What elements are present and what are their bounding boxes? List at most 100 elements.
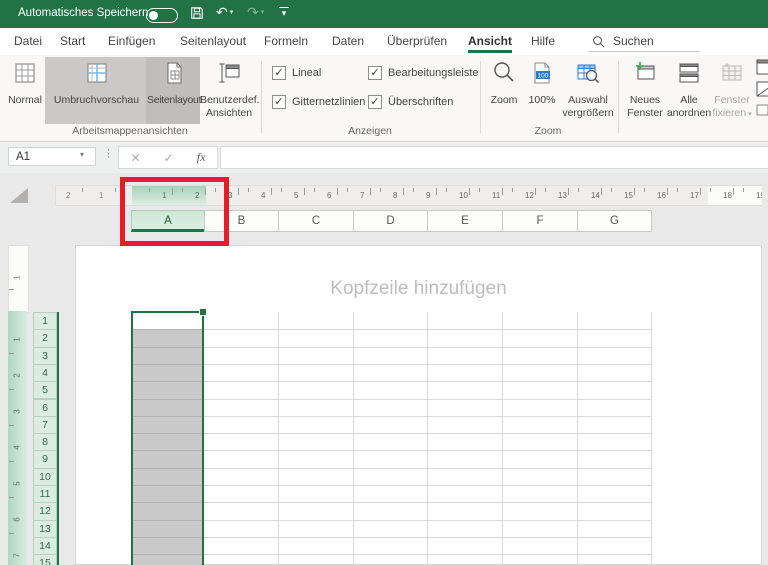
gridline — [131, 537, 651, 538]
group-label-arbeitsmappenansichten: Arbeitsmappenansichten — [40, 125, 220, 137]
gridline — [131, 347, 651, 348]
autosave-toggle[interactable] — [146, 8, 178, 23]
gridline — [131, 502, 651, 503]
checkbox-ueberschriften[interactable]: ✓ Überschriften — [368, 95, 453, 109]
vertical-ruler-number: 7 — [13, 551, 22, 561]
row-header-3[interactable]: 3 — [33, 347, 57, 365]
side-by-side-icon[interactable] — [756, 81, 768, 104]
row-header-13[interactable]: 13 — [33, 520, 57, 538]
row-header-15[interactable]: 15 — [33, 554, 57, 565]
row-header-11[interactable]: 11 — [33, 485, 57, 503]
tab-seitenlayout[interactable]: Seitenlayout — [180, 34, 246, 48]
fill-handle[interactable] — [199, 308, 207, 316]
ruler-tick — [304, 188, 305, 195]
row-header-4[interactable]: 4 — [33, 364, 57, 382]
seitenlayout-label: Seitenlayout — [147, 94, 201, 106]
tab-hilfe[interactable]: Hilfe — [531, 34, 555, 48]
normal-view-button[interactable]: Normal — [4, 58, 46, 107]
customize-toolbar-icon[interactable]: ▾ — [279, 7, 289, 19]
ruler-tick — [347, 188, 348, 192]
vertical-ruler-tick — [9, 497, 14, 498]
tab-start[interactable]: Start — [60, 34, 85, 48]
neues-fenster-icon — [622, 60, 668, 90]
active-tab-underline — [468, 50, 512, 53]
checkbox-lineal[interactable]: ✓ Lineal — [272, 66, 321, 80]
insert-function-icon[interactable]: fx — [197, 150, 206, 165]
row-header-5[interactable]: 5 — [33, 381, 57, 399]
column-header-E[interactable]: E — [427, 210, 503, 232]
tab-ueberpruefen[interactable]: Überprüfen — [387, 34, 447, 48]
gridline — [131, 468, 651, 469]
group-separator — [480, 61, 481, 133]
vertical-ruler-tick — [9, 389, 14, 390]
cancel-icon: ✕ — [131, 151, 141, 165]
row-header-7[interactable]: 7 — [33, 416, 57, 434]
vertical-ruler-tick — [9, 425, 14, 426]
tab-daten[interactable]: Daten — [332, 34, 364, 48]
undo-dropdown-icon[interactable]: ▾ — [230, 9, 234, 16]
bearbeitungsleiste-label: Bearbeitungsleiste — [388, 67, 479, 79]
ruler-number: 12 — [525, 191, 534, 200]
formula-input[interactable] — [220, 146, 768, 169]
vertical-ruler-tick — [9, 533, 14, 534]
zoom-100-button[interactable]: 100 100% — [524, 58, 560, 107]
umbruchvorschau-button[interactable]: Umbruchvorschau — [46, 58, 147, 107]
column-header-C[interactable]: C — [278, 210, 354, 232]
gridline — [131, 450, 651, 451]
ruler-tick — [248, 188, 249, 192]
row-header-9[interactable]: 9 — [33, 450, 57, 468]
neues-fenster-label-1: Neues — [630, 94, 660, 106]
ruler-tick — [446, 188, 447, 192]
sync-scroll-icon[interactable] — [756, 103, 768, 121]
ruler-number: 6 — [327, 191, 331, 200]
ruler-tick — [733, 188, 734, 195]
undo-icon[interactable]: ↶▾ — [216, 5, 233, 20]
ruler-tick — [545, 188, 546, 192]
row-header-6[interactable]: 6 — [33, 399, 57, 417]
select-all-button[interactable] — [10, 188, 28, 208]
benutzerdef-ansichten-button[interactable]: Benutzerdef. Ansichten — [200, 58, 258, 120]
formula-bar-handle[interactable]: ⋮ — [103, 147, 114, 160]
column-header-D[interactable]: D — [353, 210, 428, 232]
auswahl-vergroessern-button[interactable]: Auswahl vergrößern — [560, 58, 616, 120]
fenster-fixieren-button: * Fenster fixieren ▾ — [710, 58, 754, 121]
search-input[interactable]: Suchen — [613, 34, 654, 48]
page-header-placeholder[interactable]: Kopfzeile hinzufügen — [75, 278, 762, 300]
zoom-button[interactable]: Zoom — [486, 58, 522, 107]
checkbox-bearbeitungsleiste[interactable]: ✓ Bearbeitungsleiste — [368, 66, 479, 80]
row-header-8[interactable]: 8 — [33, 433, 57, 451]
vertical-ruler-number: 4 — [13, 443, 22, 453]
ruler-tick — [469, 188, 470, 195]
name-box-dropdown-icon[interactable]: ▾ — [80, 150, 84, 159]
seitenlayout-icon — [147, 60, 200, 90]
alle-anordnen-button[interactable]: Alle anordnen — [666, 58, 712, 120]
ruler-tick — [314, 188, 315, 192]
row-header-14[interactable]: 14 — [33, 537, 57, 555]
tab-ansicht[interactable]: Ansicht — [468, 34, 512, 48]
split-window-icon[interactable] — [756, 59, 768, 82]
save-icon[interactable] — [190, 6, 204, 22]
alle-anordnen-label-2: anordnen — [667, 107, 711, 119]
ruler-number: 15 — [624, 191, 633, 200]
ruler-number: 7 — [360, 191, 364, 200]
tab-datei[interactable]: Datei — [14, 34, 42, 48]
ruler-number: 10 — [459, 191, 468, 200]
column-header-F[interactable]: F — [502, 210, 578, 232]
checkbox-icon: ✓ — [272, 66, 286, 80]
zoom-icon — [486, 60, 522, 90]
row-header-1[interactable]: 1 — [33, 312, 57, 330]
tab-einfuegen[interactable]: Einfügen — [108, 34, 155, 48]
row-header-12[interactable]: 12 — [33, 502, 57, 520]
row-header-10[interactable]: 10 — [33, 468, 57, 486]
checkbox-gitternetzlinien[interactable]: ✓ Gitternetzlinien — [272, 95, 365, 109]
column-header-G[interactable]: G — [577, 210, 652, 232]
tab-formeln[interactable]: Formeln — [264, 34, 308, 48]
normal-view-label: Normal — [8, 94, 42, 106]
row-header-2[interactable]: 2 — [33, 329, 57, 347]
ueberschriften-label: Überschriften — [388, 96, 453, 108]
worksheet-area: Kopfzeile hinzufügen 1234567891011121314… — [0, 173, 768, 565]
neues-fenster-button[interactable]: Neues Fenster — [622, 58, 668, 120]
ruler-number: 16 — [657, 191, 666, 200]
gridline — [278, 312, 279, 565]
seitenlayout-button[interactable]: Seitenlayout — [147, 58, 200, 107]
